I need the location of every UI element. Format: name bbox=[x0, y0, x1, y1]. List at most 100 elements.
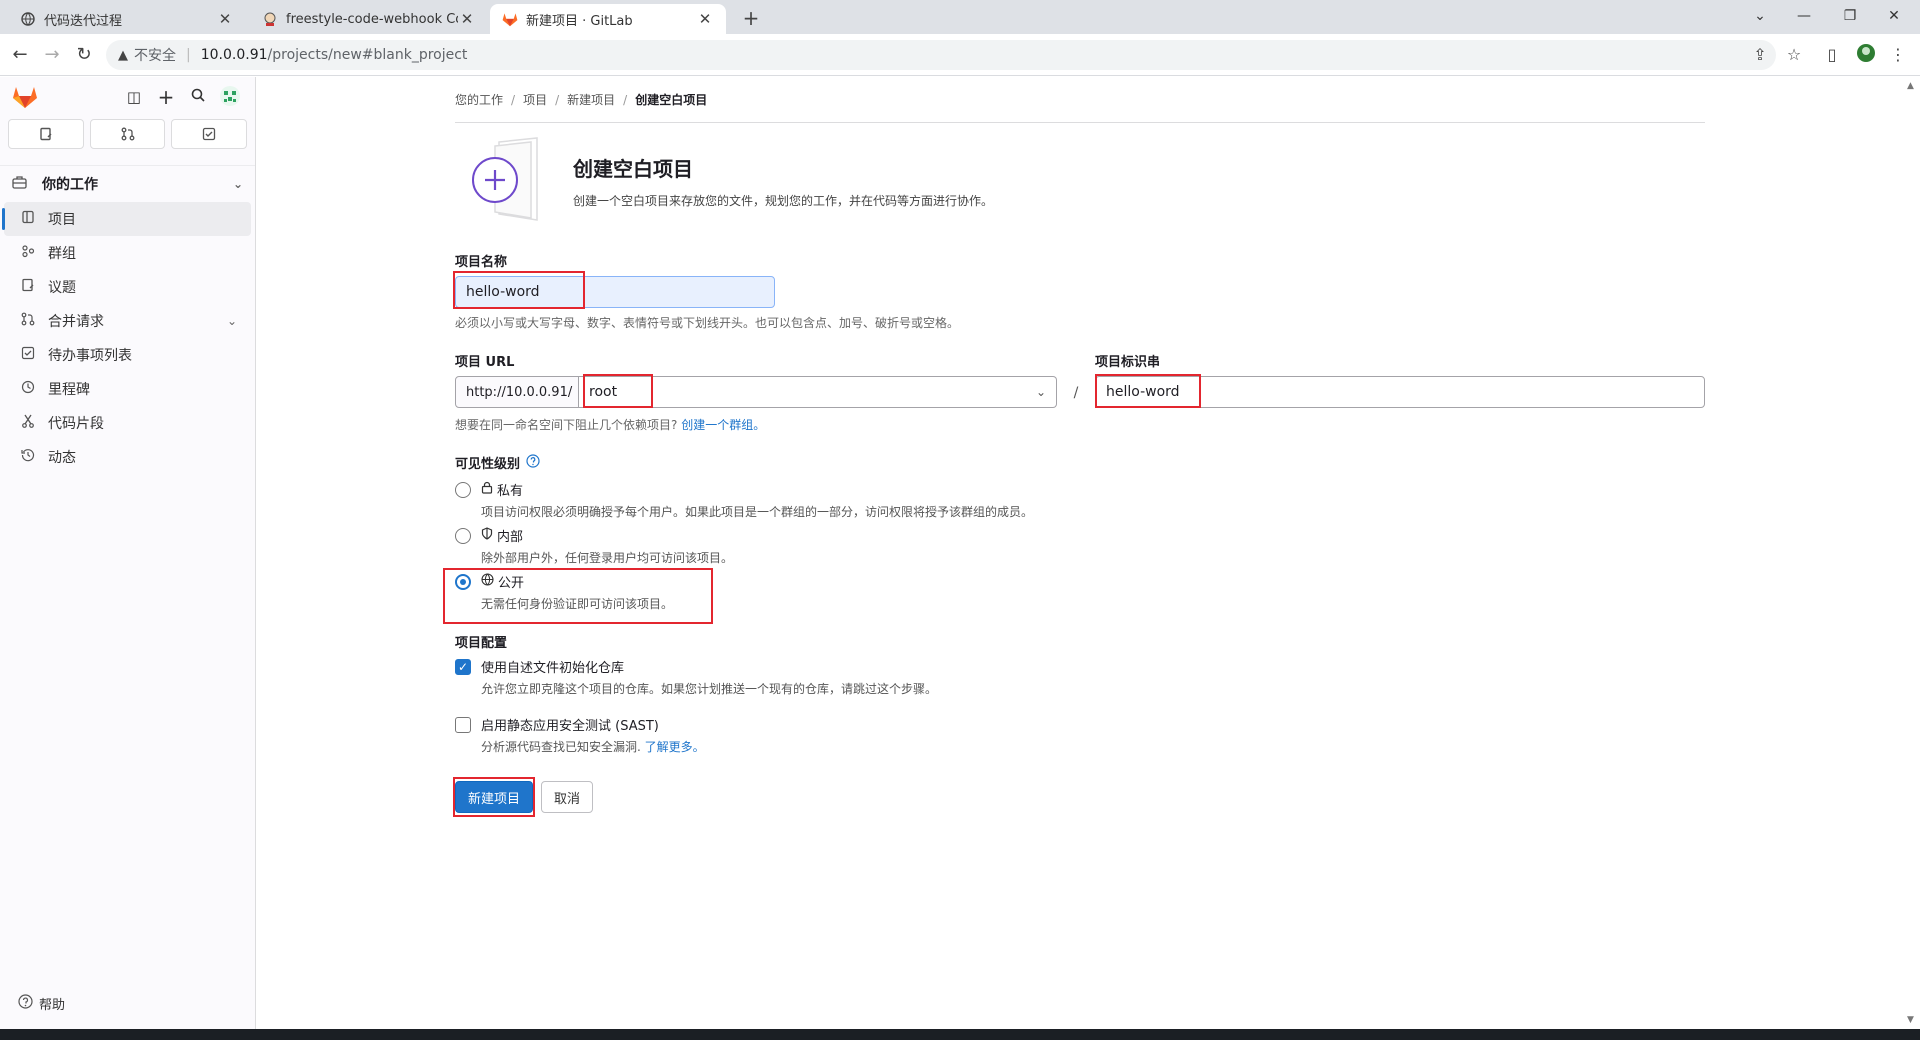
readme-checkbox[interactable]: ✓ bbox=[455, 659, 471, 675]
sidebar-item-milestones[interactable]: 里程碑 bbox=[4, 372, 251, 406]
restore-button[interactable]: ❐ bbox=[1830, 4, 1870, 28]
sidebar-item-label: 群组 bbox=[48, 246, 76, 262]
side-panel-icon[interactable]: ▯ bbox=[1820, 43, 1844, 67]
project-slug-input[interactable]: hello-word bbox=[1095, 376, 1705, 408]
project-icon bbox=[18, 210, 38, 228]
sast-checkbox[interactable] bbox=[455, 717, 471, 733]
menu-kebab-icon[interactable]: ⋮ bbox=[1886, 43, 1910, 67]
gitlab-logo[interactable] bbox=[12, 85, 38, 109]
close-icon[interactable]: ✕ bbox=[216, 10, 234, 28]
sidebar-item-activity[interactable]: 动态 bbox=[4, 440, 251, 474]
new-tab-button[interactable]: + bbox=[738, 6, 764, 32]
project-name-label: 项目名称 bbox=[455, 255, 508, 270]
tab-search-icon[interactable]: ⌄ bbox=[1740, 4, 1780, 28]
reload-icon[interactable]: ↻ bbox=[72, 43, 96, 67]
todos-button[interactable] bbox=[171, 119, 248, 149]
help-link[interactable]: 帮助 bbox=[18, 994, 65, 1013]
scroll-up-icon[interactable]: ▲ bbox=[1907, 81, 1914, 91]
group-help-text: 想要在同一命名空间下阻止几个依赖项目? bbox=[455, 418, 678, 432]
gitlab-favicon-icon bbox=[502, 11, 518, 27]
sast-title: 启用静态应用安全测试 (SAST) bbox=[481, 719, 659, 734]
namespace-value: root bbox=[589, 384, 618, 400]
globe-icon bbox=[481, 573, 494, 590]
window-close-button[interactable]: ✕ bbox=[1874, 4, 1914, 28]
main-content: 您的工作 / 项目 / 新建项目 / 创建空白项目 创建空白项目 创建一个空白项… bbox=[443, 77, 1705, 817]
security-label[interactable]: 不安全 bbox=[134, 45, 176, 65]
visibility-title: 内部 bbox=[497, 530, 524, 545]
sidebar-quick-actions bbox=[0, 117, 255, 151]
sidebar-item-groups[interactable]: 群组 bbox=[4, 236, 251, 270]
project-name-help: 必须以小写或大写字母、数字、表情符号或下划线开头。也可以包含点、加号、破折号或空… bbox=[455, 316, 960, 330]
blank-project-illustration bbox=[455, 136, 555, 226]
sidebar-item-issues[interactable]: 议题 bbox=[4, 270, 251, 304]
create-new-icon[interactable]: + bbox=[154, 85, 178, 109]
close-icon[interactable]: ✕ bbox=[696, 10, 714, 28]
url-host[interactable]: 10.0.0.91 bbox=[201, 47, 268, 63]
merge-requests-button[interactable] bbox=[89, 119, 166, 149]
taskbar bbox=[0, 1029, 1920, 1040]
sidebar-item-label: 待办事项列表 bbox=[48, 348, 132, 364]
namespace-select[interactable]: root ⌄ bbox=[579, 376, 1057, 408]
visibility-option-private[interactable]: 私有 项目访问权限必须明确授予每个用户。如果此项目是一个群组的一部分，访问权限将… bbox=[455, 480, 1705, 520]
merge-request-icon bbox=[18, 312, 38, 330]
form-actions: 新建项目 取消 bbox=[453, 777, 1705, 817]
sidebar-header: ◫ + bbox=[0, 77, 255, 117]
share-icon[interactable]: ⇪ bbox=[1748, 43, 1772, 67]
sidebar-item-projects[interactable]: 项目 bbox=[2, 202, 251, 236]
readme-title: 使用自述文件初始化仓库 bbox=[481, 661, 625, 676]
breadcrumb-item[interactable]: 项目 bbox=[523, 91, 547, 108]
sidebar-item-snippets[interactable]: 代码片段 bbox=[4, 406, 251, 440]
visibility-desc: 除外部用户外，任何登录用户均可访问该项目。 bbox=[481, 551, 734, 565]
visibility-option-public[interactable]: 公开 无需任何身份验证即可访问该项目。 bbox=[455, 572, 1705, 612]
learn-more-link[interactable]: 了解更多。 bbox=[645, 740, 705, 754]
browser-tab-1[interactable]: 代码迭代过程 ✕ bbox=[8, 4, 246, 34]
visibility-title: 公开 bbox=[498, 576, 525, 591]
breadcrumb-current[interactable]: 创建空白项目 bbox=[635, 91, 707, 108]
scrollbar[interactable]: ▲ ▼ bbox=[1904, 77, 1920, 1029]
question-icon[interactable] bbox=[526, 453, 540, 472]
radio-private[interactable] bbox=[455, 482, 471, 498]
group-icon bbox=[18, 244, 38, 262]
sidebar-section-header[interactable]: 你的工作 ⌄ bbox=[0, 166, 255, 202]
scroll-down-icon[interactable]: ▼ bbox=[1907, 1015, 1914, 1025]
warning-icon[interactable]: ▲ bbox=[118, 48, 128, 63]
search-icon[interactable] bbox=[186, 85, 210, 109]
chevron-down-icon[interactable]: ⌄ bbox=[233, 177, 243, 191]
sidebar-item-todos[interactable]: 待办事项列表 bbox=[4, 338, 251, 372]
minimize-button[interactable]: — bbox=[1784, 4, 1824, 28]
browser-tab-3[interactable]: 新建项目 · GitLab ✕ bbox=[490, 4, 726, 34]
sidebar-item-label: 动态 bbox=[48, 450, 76, 466]
sidebar-item-label: 里程碑 bbox=[48, 382, 90, 398]
lock-icon bbox=[481, 481, 493, 498]
breadcrumb-item[interactable]: 新建项目 bbox=[567, 91, 615, 108]
sidebar-toggle-icon[interactable]: ◫ bbox=[122, 85, 146, 109]
help-icon bbox=[18, 994, 33, 1013]
visibility-option-internal[interactable]: 内部 除外部用户外，任何登录用户均可访问该项目。 bbox=[455, 526, 1705, 566]
forward-icon[interactable]: → bbox=[40, 43, 64, 67]
bookmark-star-icon[interactable]: ☆ bbox=[1782, 43, 1806, 67]
chevron-down-icon[interactable]: ⌄ bbox=[227, 314, 237, 328]
cancel-button[interactable]: 取消 bbox=[541, 781, 594, 813]
create-project-button[interactable]: 新建项目 bbox=[455, 781, 534, 813]
sast-option[interactable]: 启用静态应用安全测试 (SAST) 分析源代码查找已知安全漏洞. 了解更多。 bbox=[455, 715, 1705, 755]
readme-option[interactable]: ✓ 使用自述文件初始化仓库 允许您立即克隆这个项目的仓库。如果您计划推送一个现有… bbox=[455, 657, 1705, 697]
browser-tab-2[interactable]: freestyle-code-webhook Confi ✕ bbox=[250, 4, 488, 34]
milestone-icon bbox=[18, 380, 38, 398]
user-avatar[interactable] bbox=[218, 85, 242, 109]
project-name-input[interactable]: hello-word bbox=[455, 276, 775, 308]
address-bar[interactable]: ▲ 不安全 | 10.0.0.91 /projects/new#blank_pr… bbox=[106, 40, 1776, 70]
issues-count-button[interactable] bbox=[8, 119, 84, 149]
radio-public[interactable] bbox=[455, 574, 471, 590]
close-icon[interactable]: ✕ bbox=[458, 10, 476, 28]
radio-internal[interactable] bbox=[455, 528, 471, 544]
breadcrumb-item[interactable]: 您的工作 bbox=[455, 91, 503, 108]
group-help: 想要在同一命名空间下阻止几个依赖项目? 创建一个群组。 bbox=[455, 416, 1705, 433]
sidebar-item-merge-requests[interactable]: 合并请求 ⌄ bbox=[4, 304, 251, 338]
merge-request-icon bbox=[121, 127, 134, 141]
profile-avatar[interactable] bbox=[1854, 43, 1878, 67]
url-prefix-text: http://10.0.0.91/ bbox=[466, 384, 573, 400]
back-icon[interactable]: ← bbox=[8, 43, 32, 67]
create-group-link[interactable]: 创建一个群组。 bbox=[681, 418, 765, 432]
url-path[interactable]: /projects/new#blank_project bbox=[268, 47, 468, 63]
visibility-title: 私有 bbox=[497, 484, 524, 499]
